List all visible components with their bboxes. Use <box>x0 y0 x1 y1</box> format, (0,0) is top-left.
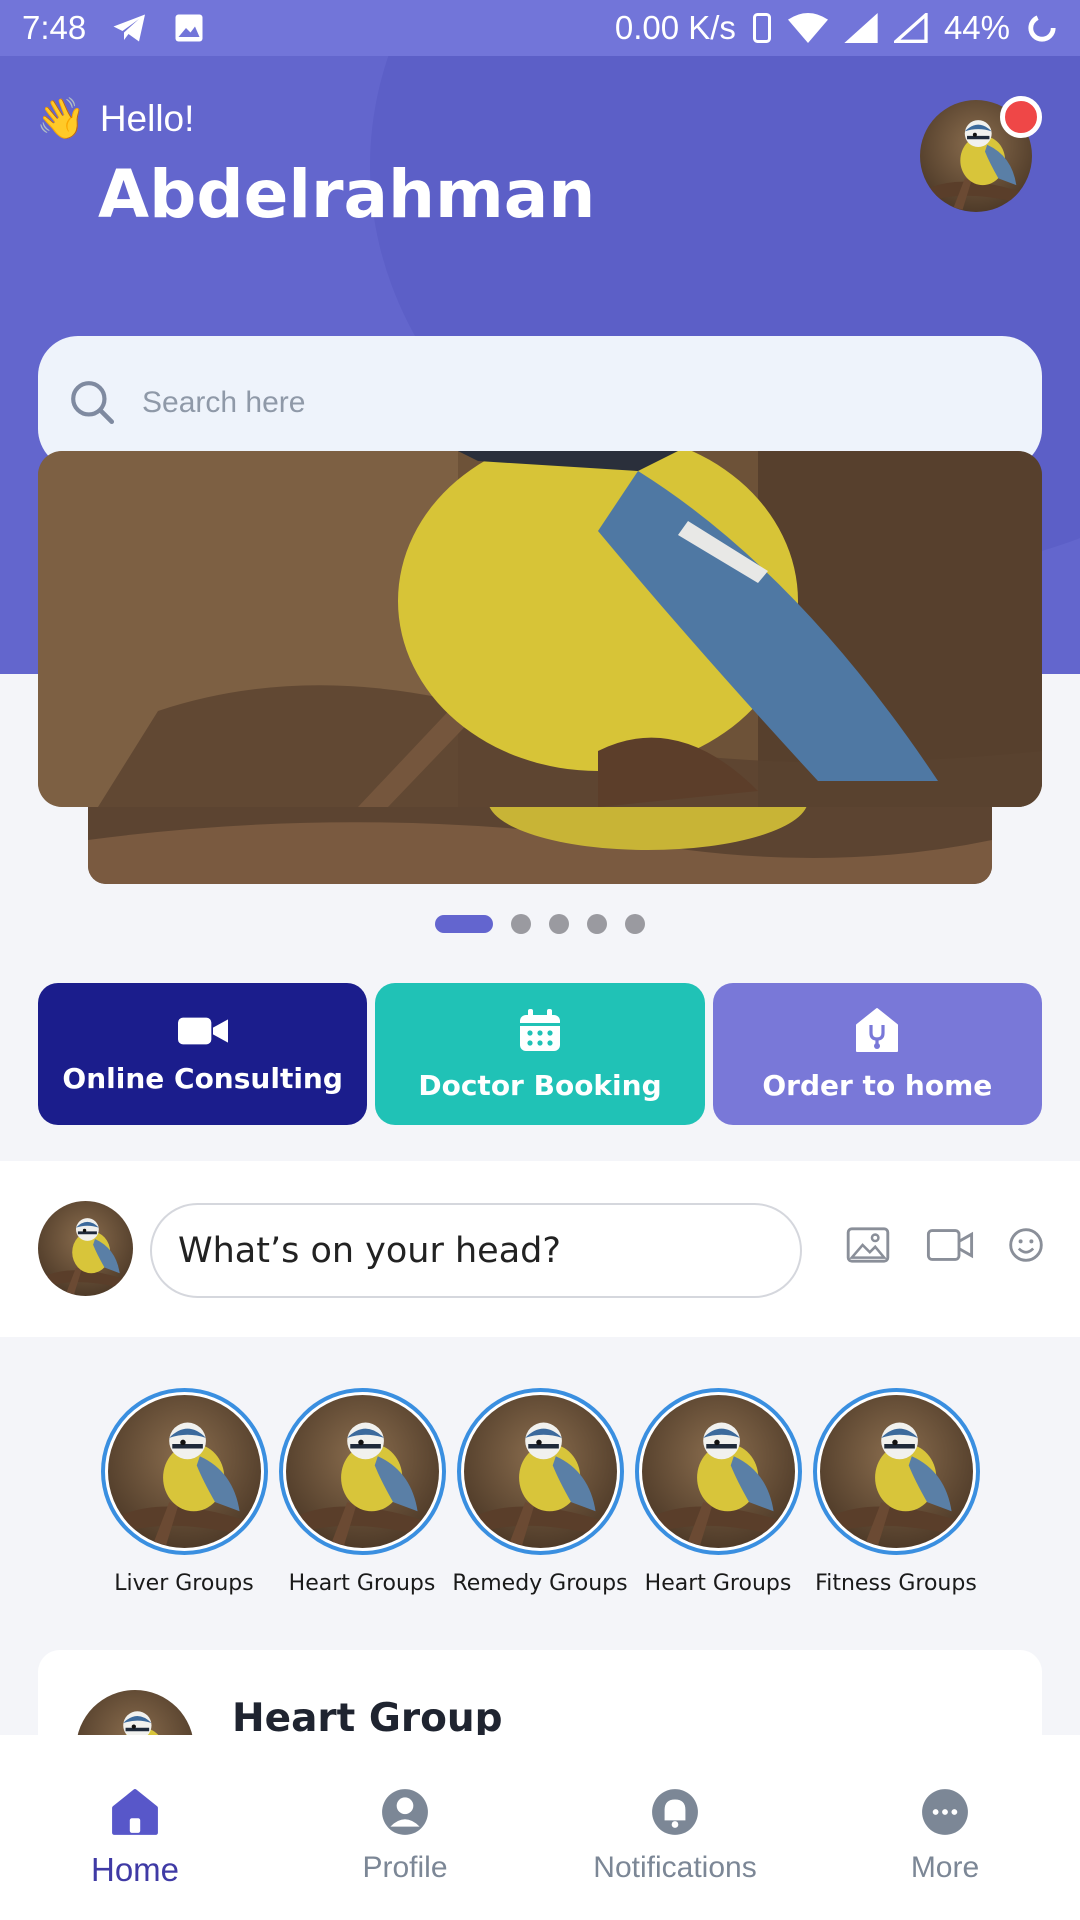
nav-notifications[interactable]: Notifications <box>540 1735 810 1920</box>
group-item[interactable]: Liver Groups <box>100 1388 268 1596</box>
home-icon <box>112 1789 158 1835</box>
group-item[interactable]: Heart Groups <box>278 1388 446 1596</box>
photo-icon[interactable] <box>846 1227 890 1263</box>
phone-icon <box>752 13 771 43</box>
battery-level: 44% <box>943 9 1010 46</box>
signal-icon <box>844 13 878 43</box>
carousel-dot-active[interactable] <box>435 915 493 933</box>
net-speed: 0.00 K/s <box>614 9 736 46</box>
profile-icon <box>382 1789 428 1835</box>
carousel-dot[interactable] <box>549 914 569 934</box>
group-item[interactable]: Remedy Groups <box>452 1388 628 1596</box>
group-avatar <box>642 1395 795 1548</box>
group-item[interactable]: Fitness Groups <box>812 1388 980 1596</box>
calendar-icon <box>519 1008 560 1051</box>
group-item[interactable]: Heart Groups <box>634 1388 802 1596</box>
group-avatar <box>464 1395 617 1548</box>
search-icon <box>71 380 115 424</box>
telegram-icon <box>113 14 146 42</box>
signal-empty-icon <box>893 13 928 43</box>
greeting-text: Hello! <box>99 98 195 139</box>
nav-profile[interactable]: Profile <box>270 1735 540 1920</box>
search-input[interactable] <box>142 385 942 420</box>
greeting: 👋 Hello! <box>36 98 194 140</box>
clock: 7:48 <box>22 9 87 46</box>
online-consulting-button[interactable]: Online Consulting <box>38 983 368 1125</box>
user-name: Abdelrahman <box>98 156 596 233</box>
carousel-dot[interactable] <box>625 914 645 934</box>
order-to-home-button[interactable]: Order to home <box>712 983 1042 1125</box>
carousel-dot[interactable] <box>587 914 607 934</box>
notification-dot <box>1000 96 1042 138</box>
group-avatar <box>286 1395 439 1548</box>
carousel-indicator <box>0 914 1080 934</box>
loading-icon <box>1028 14 1056 42</box>
bell-icon <box>652 1789 698 1835</box>
nav-more[interactable]: More <box>810 1735 1080 1920</box>
group-avatar <box>820 1395 973 1548</box>
gallery-icon <box>175 14 203 42</box>
status-bar: 7:48 0.00 K/s 44% <box>0 0 1080 56</box>
carousel-dot[interactable] <box>511 914 531 934</box>
carousel-banner[interactable] <box>38 451 1042 807</box>
emoji-icon[interactable] <box>1008 1227 1044 1263</box>
groups-row: Liver Groups Heart Groups Remedy Groups … <box>0 1388 1080 1596</box>
composer-avatar <box>38 1201 133 1296</box>
more-icon <box>922 1789 968 1835</box>
nav-home[interactable]: Home <box>0 1735 270 1920</box>
video-camera-icon <box>177 1017 228 1044</box>
group-avatar <box>108 1395 261 1548</box>
composer-input[interactable]: What’s on your head? <box>150 1203 802 1298</box>
service-buttons: Online Consulting Doctor Booking Order t… <box>38 983 1042 1125</box>
post-composer: What’s on your head? <box>0 1161 1080 1337</box>
wifi-icon <box>787 13 828 43</box>
wave-icon: 👋 <box>36 97 86 141</box>
home-stethoscope-icon <box>856 1007 899 1052</box>
bottom-nav: Home Profile Notifications More <box>0 1735 1080 1920</box>
doctor-booking-button[interactable]: Doctor Booking <box>375 983 705 1125</box>
video-icon[interactable] <box>926 1227 974 1263</box>
search-bar[interactable] <box>38 336 1042 469</box>
